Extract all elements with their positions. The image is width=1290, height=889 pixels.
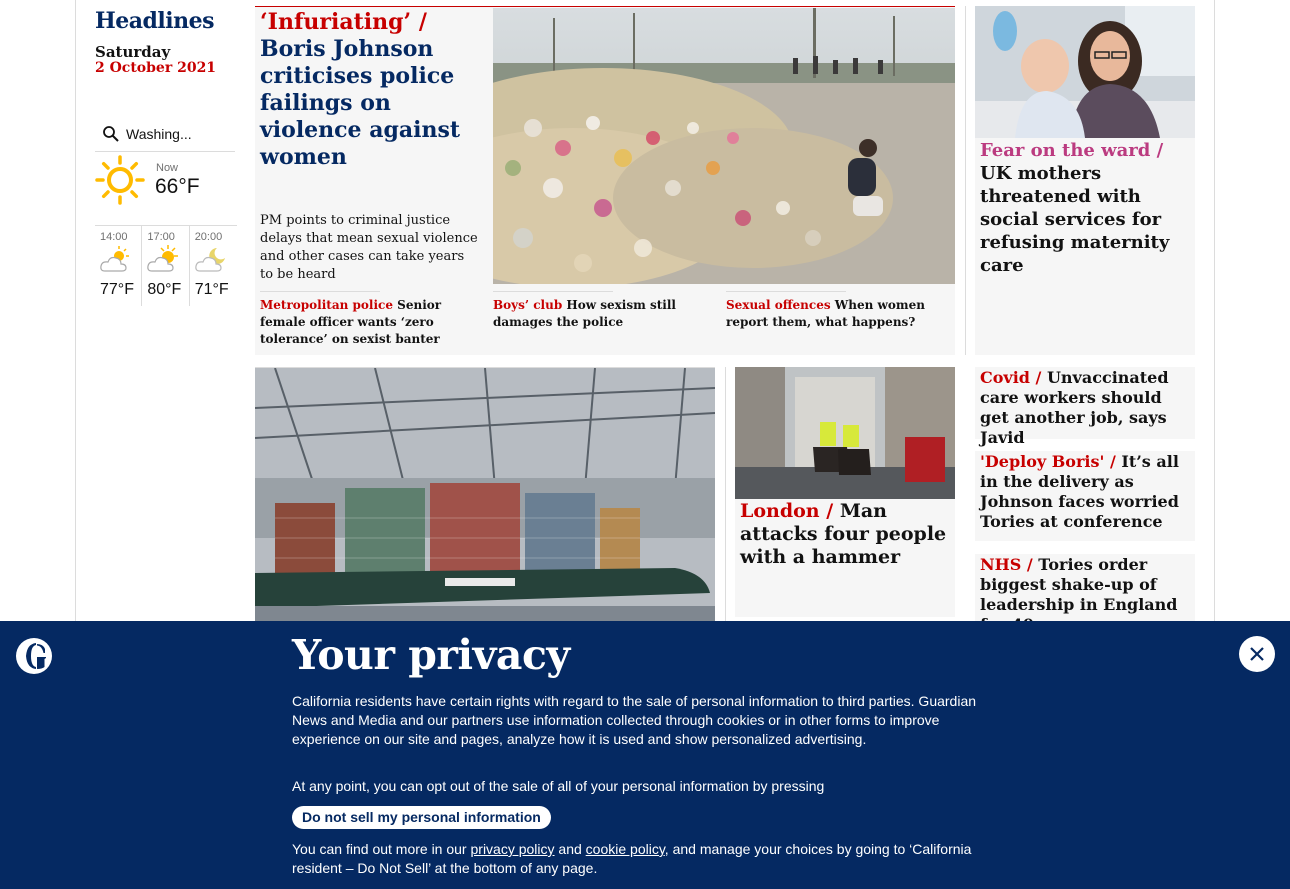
story-kicker: 'Deploy Boris' / xyxy=(980,452,1116,471)
close-icon xyxy=(1250,647,1264,661)
port-story-photo[interactable] xyxy=(255,367,715,623)
weather-forecast: 14:00 77°F 17:00 80°F 20:00 71°F xyxy=(95,225,237,306)
top-story-photo[interactable] xyxy=(493,8,955,284)
related-link-kicker: Sexual offences xyxy=(726,298,831,312)
forecast-temp: 80°F xyxy=(147,281,182,298)
search-icon xyxy=(100,123,122,145)
weather-location-input[interactable] xyxy=(126,125,231,142)
section-title: Headlines xyxy=(95,8,215,34)
privacy-description: California residents have certain rights… xyxy=(292,693,977,747)
london-story-kicker: London / xyxy=(740,500,834,522)
london-story-headline[interactable]: London / Man attacks four people with a … xyxy=(740,500,952,569)
forecast-temp: 71°F xyxy=(194,281,229,298)
privacy-more-info-text: You can find out more in our xyxy=(292,841,471,857)
close-button[interactable] xyxy=(1239,636,1275,672)
maternity-story-photo[interactable] xyxy=(975,6,1195,138)
privacy-policy-link[interactable]: privacy policy xyxy=(471,841,555,857)
privacy-more-info-and: and xyxy=(554,841,586,857)
forecast-temp: 77°F xyxy=(100,281,134,298)
partly-cloudy-icon xyxy=(99,244,133,274)
weather-now-temp: 66°F xyxy=(155,175,200,198)
related-link-kicker: Metropolitan police xyxy=(260,298,393,312)
privacy-optout-text: At any point, you can opt out of the sal… xyxy=(292,778,825,794)
related-link[interactable]: Sexual offences When women report them, … xyxy=(721,291,954,348)
top-story-card[interactable]: ‘Infuriating’ / Boris Johnson criticises… xyxy=(255,6,955,355)
privacy-banner: Your privacy California residents have c… xyxy=(0,621,1290,889)
cookie-policy-link[interactable]: cookie policy xyxy=(586,841,665,857)
london-story-card[interactable]: London / Man attacks four people with a … xyxy=(735,367,955,617)
weather-now-label: Now xyxy=(156,162,179,174)
forecast-time: 20:00 xyxy=(194,231,223,243)
maternity-story-card[interactable]: Fear on the ward / UK mothers threatened… xyxy=(975,6,1195,355)
do-not-sell-button[interactable]: Do not sell my personal information xyxy=(292,806,551,829)
story-link[interactable]: NHS / Tories order biggest shake-up of l… xyxy=(975,554,1195,634)
maternity-story-kicker: Fear on the ward / xyxy=(980,140,1164,161)
story-kicker: Covid / xyxy=(980,368,1042,387)
related-link-kicker: Boys’ club xyxy=(493,298,563,312)
date-day: Saturday xyxy=(95,43,171,61)
top-story-headline[interactable]: ‘Infuriating’ / Boris Johnson criticises… xyxy=(260,9,488,171)
forecast-item: 14:00 77°F xyxy=(95,226,143,306)
forecast-item: 17:00 80°F xyxy=(142,226,190,306)
top-story-title: Boris Johnson criticises police failings… xyxy=(260,36,461,170)
forecast-item: 20:00 71°F xyxy=(190,226,237,306)
column-divider xyxy=(725,367,726,623)
guardian-logo-icon xyxy=(16,638,52,674)
top-story-standfirst: PM points to criminal justice delays tha… xyxy=(260,213,478,282)
related-link[interactable]: Boys’ club How sexism still damages the … xyxy=(488,291,721,348)
maternity-story-headline[interactable]: Fear on the ward / UK mothers threatened… xyxy=(980,139,1190,277)
privacy-title: Your privacy xyxy=(292,631,570,679)
london-story-photo[interactable] xyxy=(735,367,955,499)
partly-sunny-icon xyxy=(146,244,180,274)
privacy-more-info: You can find out more in our privacy pol… xyxy=(292,840,1002,878)
story-link[interactable]: Covid / Unvaccinated care workers should… xyxy=(975,367,1195,447)
forecast-time: 17:00 xyxy=(147,231,175,243)
cloudy-night-icon xyxy=(194,244,228,274)
maternity-story-title: UK mothers threatened with social servic… xyxy=(980,163,1170,276)
sun-icon xyxy=(95,155,145,205)
forecast-time: 14:00 xyxy=(100,231,128,243)
related-link[interactable]: Metropolitan police Senior female office… xyxy=(255,291,488,348)
weather-location-search[interactable] xyxy=(95,116,235,152)
story-link[interactable]: 'Deploy Boris' / It’s all in the deliver… xyxy=(975,451,1195,541)
related-links: Metropolitan police Senior female office… xyxy=(255,291,955,348)
date-full: 2 October 2021 xyxy=(95,60,217,76)
story-kicker: NHS / xyxy=(980,555,1033,574)
top-story-kicker: ‘Infuriating’ / xyxy=(260,9,427,35)
column-divider xyxy=(965,6,966,355)
